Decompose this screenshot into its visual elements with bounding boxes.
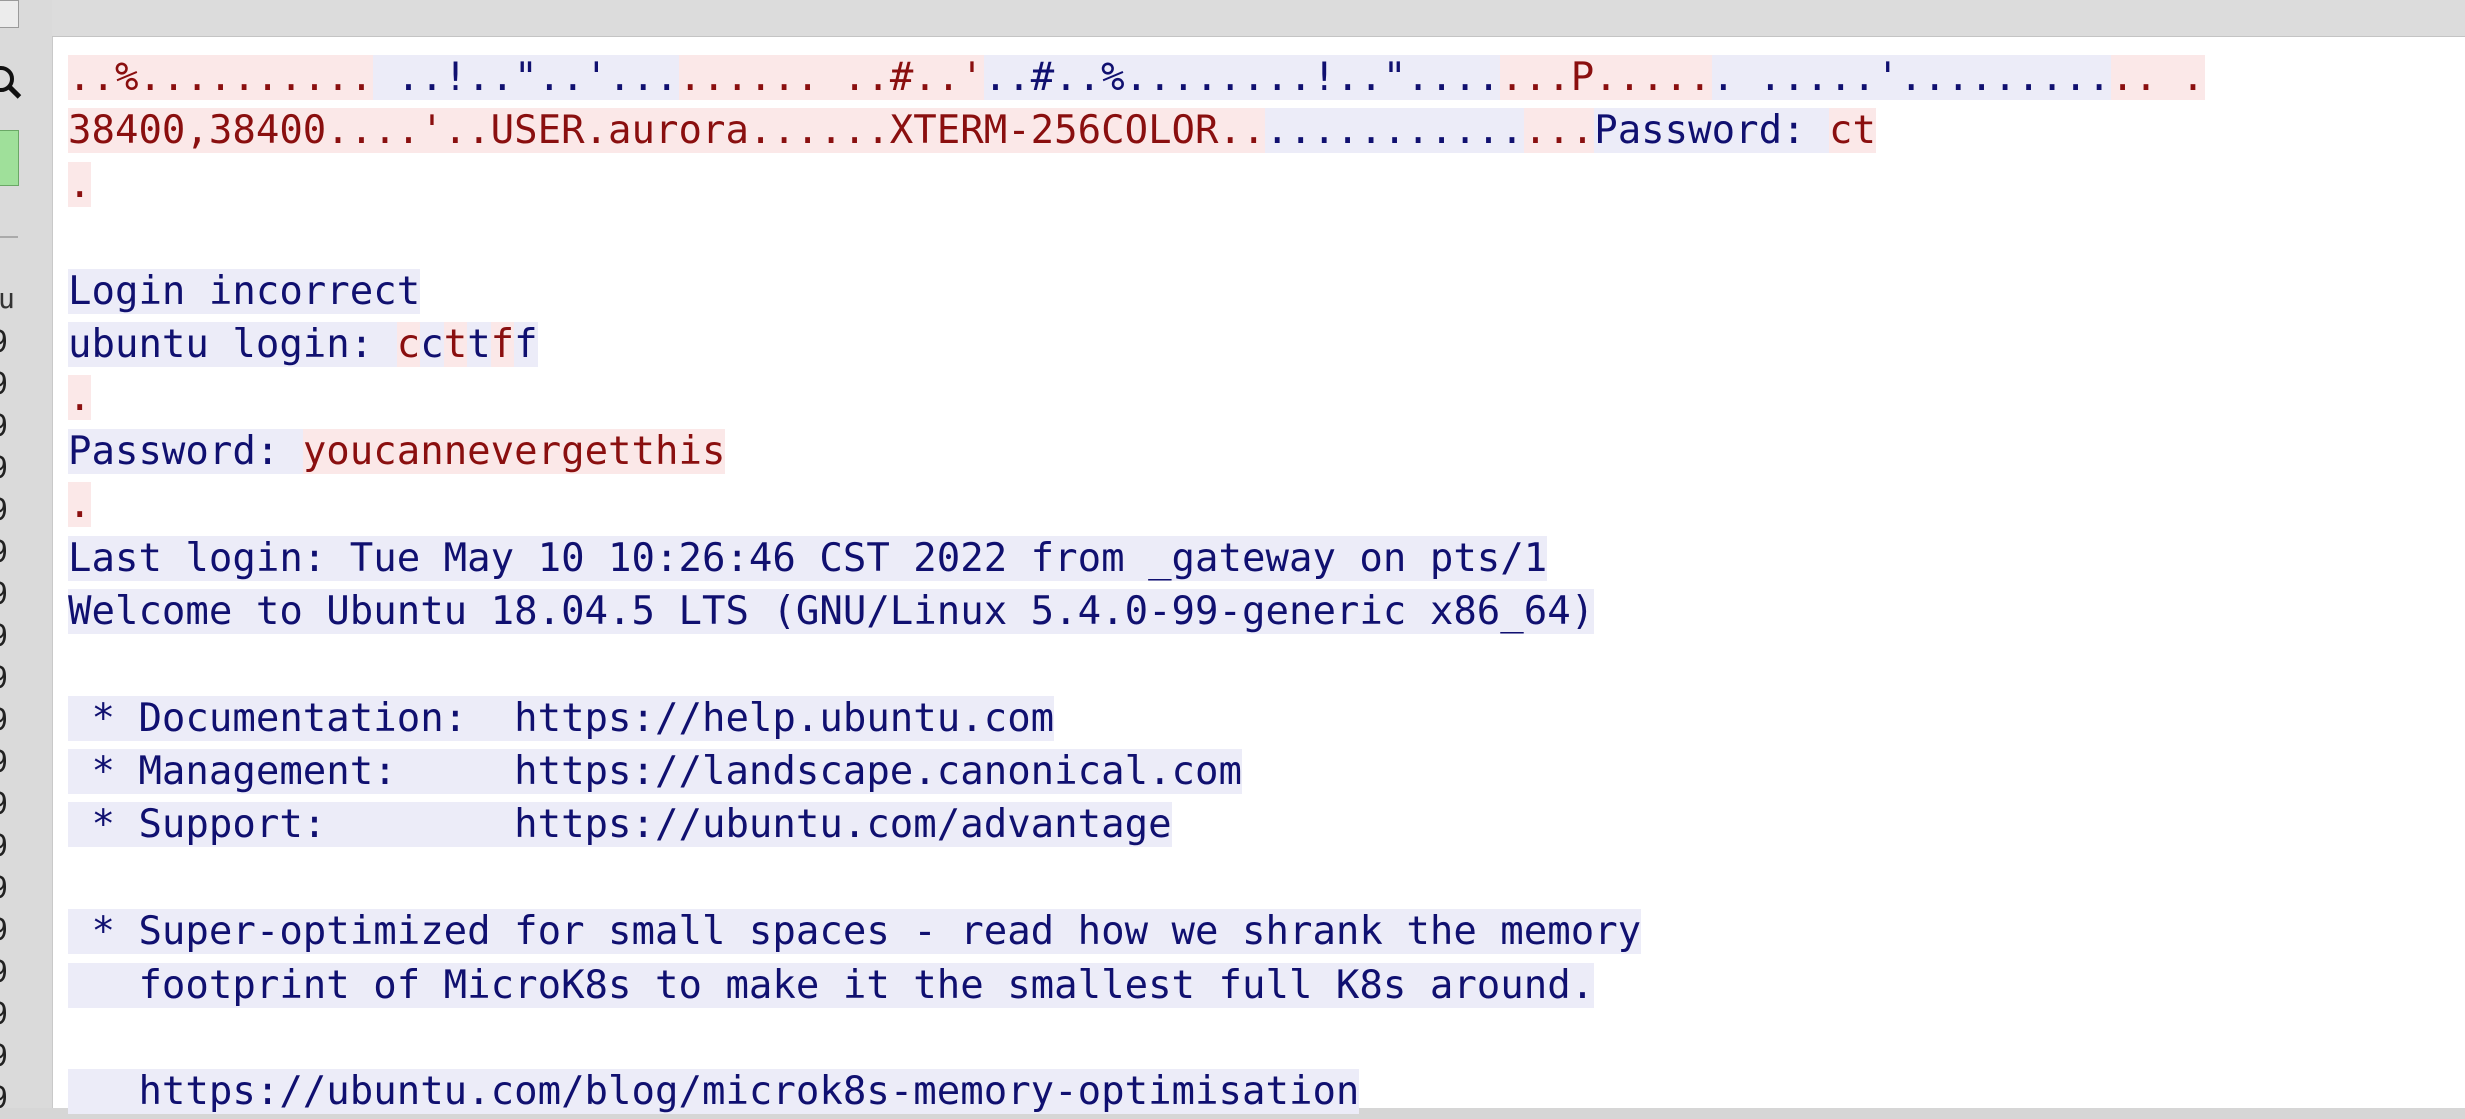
row-number: 9 [0, 448, 8, 490]
stream-line [68, 852, 2205, 905]
row-number: 9 [0, 784, 8, 826]
client-segment: ct [1829, 108, 1876, 154]
row-number: 9 [0, 490, 8, 532]
stream-line: * Documentation: https://help.ubuntu.com [68, 692, 2205, 745]
server-segment: f [514, 321, 538, 367]
client-segment: . [68, 482, 92, 528]
row-number: 9 [0, 826, 8, 868]
dialog-titlebar[interactable] [52, 0, 2465, 37]
stream-line: https://ubuntu.com/blog/microk8s-memory-… [68, 1065, 2205, 1118]
client-segment: c [396, 321, 421, 367]
follow-tcp-stream-pane[interactable]: ..%.......... ..!.."..'......... ..#..'.… [52, 37, 2465, 1115]
row-number: 9 [0, 322, 8, 364]
stream-content: ..%.......... ..!.."..'......... ..#..'.… [68, 51, 2205, 1119]
stream-line: ..%.......... ..!.."..'......... ..#..'.… [68, 51, 2205, 104]
client-segment: ..%.......... [68, 55, 374, 100]
stream-line: Welcome to Ubuntu 18.04.5 LTS (GNU/Linux… [68, 585, 2205, 638]
server-segment: ........... [1265, 108, 1524, 154]
server-segment: c [420, 321, 444, 367]
server-segment: Password: [68, 428, 303, 474]
client-segment: ... [1523, 108, 1595, 154]
stream-line: * Support: https://ubuntu.com/advantage [68, 798, 2205, 851]
stream-line [68, 211, 2205, 264]
stream-line: * Management: https://landscape.canonica… [68, 745, 2205, 798]
row-number: 9 [0, 532, 8, 574]
server-segment: ..#..%........!..".... [983, 55, 1501, 100]
client-segment: . [68, 375, 92, 421]
row-number-column: 9999999999999999999 [0, 322, 8, 1108]
client-segment: 38400,38400....'..USER.aurora......XTERM… [68, 108, 1266, 154]
toolbar-button[interactable] [0, 0, 19, 28]
server-segment: Last login: Tue May 10 10:26:46 CST 2022… [68, 535, 1548, 581]
client-segment: f [490, 321, 515, 367]
server-segment: ubuntu login: [68, 321, 397, 367]
stream-line [68, 1012, 2205, 1065]
row-number: 9 [0, 994, 8, 1036]
column-header: u [0, 282, 15, 315]
row-number: 9 [0, 574, 8, 616]
row-number: 9 [0, 406, 8, 448]
row-number: 9 [0, 364, 8, 406]
row-number: 9 [0, 742, 8, 784]
server-segment: footprint of MicroK8s to make it the sma… [68, 962, 1595, 1008]
server-segment: * Super-optimized for small spaces - rea… [68, 909, 1642, 955]
stream-line: * Super-optimized for small spaces - rea… [68, 905, 2205, 958]
row-number: 9 [0, 616, 8, 658]
stream-line: Last login: Tue May 10 10:26:46 CST 2022… [68, 532, 2205, 585]
server-segment: Welcome to Ubuntu 18.04.5 LTS (GNU/Linux… [68, 588, 1595, 634]
stream-line: Login incorrect [68, 265, 2205, 318]
row-number: 9 [0, 952, 8, 994]
client-segment: .. . [2110, 55, 2205, 100]
stream-line: footprint of MicroK8s to make it the sma… [68, 959, 2205, 1012]
stream-line: 38400,38400....'..USER.aurora......XTERM… [68, 104, 2205, 157]
row-number: 9 [0, 1036, 8, 1078]
stream-line: . [68, 158, 2205, 211]
server-segment: * Documentation: https://help.ubuntu.com [68, 695, 1055, 741]
stream-line: ubuntu login: ccttff [68, 318, 2205, 371]
server-segment: ..!.."..'... [373, 55, 679, 100]
stream-line [68, 638, 2205, 691]
server-segment: t [467, 321, 491, 367]
client-segment: ...... ..#..' [678, 55, 984, 100]
row-number: 9 [0, 700, 8, 742]
server-segment: Password: [1594, 108, 1830, 154]
row-number: 9 [0, 868, 8, 910]
server-segment: Login incorrect [68, 268, 421, 314]
separator [0, 236, 18, 238]
server-segment: . .....'......... [1711, 55, 2111, 100]
row-number: 9 [0, 1078, 8, 1108]
green-filter-button[interactable] [0, 130, 19, 186]
client-segment: youcannevergetthis [302, 428, 726, 474]
search-icon[interactable] [0, 66, 14, 92]
stream-line: . [68, 371, 2205, 424]
stream-line: Password: youcannevergetthis [68, 425, 2205, 478]
row-number: 9 [0, 910, 8, 952]
server-segment: * Management: https://landscape.canonica… [68, 749, 1242, 795]
client-segment: . [68, 161, 92, 207]
stream-line: . [68, 478, 2205, 531]
server-segment: * Support: https://ubuntu.com/advantage [68, 802, 1172, 848]
row-number: 9 [0, 658, 8, 700]
background-window-strip: u 9999999999999999999 [0, 0, 53, 1108]
client-segment: t [443, 321, 468, 367]
client-segment: ...P..... [1500, 55, 1712, 100]
